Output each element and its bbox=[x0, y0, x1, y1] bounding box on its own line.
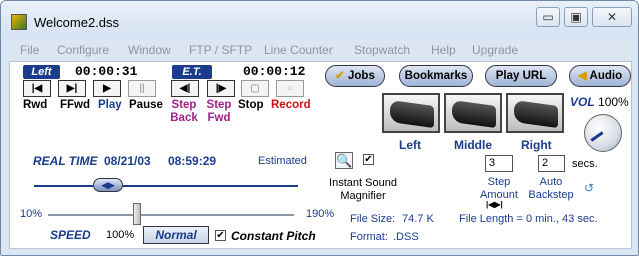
estimated-label: Estimated bbox=[258, 155, 307, 167]
magnifier-label: Instant Sound Magnifier bbox=[329, 177, 397, 202]
rwd-label: Rwd bbox=[23, 99, 48, 111]
file-size-value: 74.7 K bbox=[402, 213, 434, 225]
fast-forward-button[interactable]: ▶| bbox=[58, 80, 86, 97]
stop-button[interactable]: ▢ bbox=[241, 80, 269, 97]
pedal-left-label: Left bbox=[399, 138, 421, 152]
pause-label: Pause bbox=[129, 99, 163, 111]
position-track[interactable] bbox=[34, 185, 298, 187]
ffwd-label: FFwd bbox=[60, 99, 91, 111]
menu-ftp[interactable]: FTP / SFTP bbox=[189, 43, 252, 57]
menu-upgrade[interactable]: Upgrade bbox=[472, 43, 518, 57]
menu-bar: File Configure Window FTP / SFTP Line Co… bbox=[1, 43, 638, 59]
speed-track[interactable] bbox=[48, 214, 294, 216]
format-label: Format: bbox=[350, 231, 388, 243]
pedal-left[interactable] bbox=[382, 93, 440, 133]
realtime-label: REAL TIME bbox=[33, 154, 98, 168]
knob-indicator-icon bbox=[590, 131, 604, 142]
speed-label: SPEED bbox=[50, 228, 91, 242]
menu-file[interactable]: File bbox=[20, 43, 39, 57]
left-time-label: Left bbox=[23, 65, 60, 79]
volume-label: VOL bbox=[570, 95, 595, 109]
pedal-right[interactable] bbox=[506, 93, 564, 133]
step-arrows-icon: |◀▶| bbox=[486, 200, 503, 209]
app-window: Welcome2.dss ▭ ▣ ✕ File Configure Window… bbox=[0, 0, 639, 256]
left-time-value: 00:00:31 bbox=[75, 64, 138, 79]
constant-pitch-label: Constant Pitch bbox=[231, 229, 316, 243]
audio-button[interactable]: ◀ Audio bbox=[569, 65, 631, 87]
speed-min-label: 10% bbox=[20, 208, 43, 220]
realtime-time: 08:59:29 bbox=[168, 154, 217, 168]
foot-pedal-icon bbox=[390, 99, 434, 129]
magnifier-checkbox[interactable]: ✔ bbox=[363, 154, 374, 165]
jobs-button[interactable]: ✔ Jobs bbox=[325, 65, 385, 87]
speed-max-label: 190% bbox=[306, 208, 335, 220]
bookmarks-button[interactable]: Bookmarks bbox=[399, 65, 473, 87]
record-button[interactable]: ○ bbox=[276, 80, 304, 97]
rewind-button[interactable]: |◀ bbox=[23, 80, 51, 97]
pedal-middle-label: Middle bbox=[454, 138, 492, 152]
play-button[interactable]: ▶ bbox=[93, 80, 121, 97]
app-icon bbox=[11, 14, 27, 30]
step-back-button[interactable]: ◀| bbox=[171, 80, 199, 97]
step-fwd-label: Step Fwd bbox=[206, 99, 232, 124]
speed-thumb[interactable] bbox=[132, 203, 141, 225]
menu-help[interactable]: Help bbox=[431, 43, 456, 57]
file-length: File Length = 0 min., 43 sec. bbox=[459, 213, 598, 225]
volume-readout: VOL 100% bbox=[570, 95, 629, 109]
volume-knob[interactable] bbox=[584, 114, 622, 152]
maximize-button[interactable]: ▣ bbox=[564, 7, 588, 27]
step-amount-input[interactable]: 3 bbox=[485, 155, 513, 172]
pause-button[interactable]: || bbox=[128, 80, 156, 97]
file-size-label: File Size: bbox=[350, 213, 396, 225]
stop-label: Stop bbox=[238, 99, 264, 111]
title-bar: Welcome2.dss ▭ ▣ ✕ bbox=[1, 1, 638, 39]
volume-value: 100% bbox=[598, 95, 629, 109]
foot-pedal-icon bbox=[514, 99, 558, 129]
minimize-button[interactable]: ▭ bbox=[536, 7, 560, 27]
secs-label: secs. bbox=[572, 158, 598, 170]
auto-backstep-label: Auto Backstep bbox=[528, 176, 574, 201]
menu-window[interactable]: Window bbox=[128, 43, 171, 57]
auto-backstep-input[interactable]: 2 bbox=[538, 155, 565, 172]
normal-speed-button[interactable]: Normal bbox=[143, 226, 209, 244]
menu-stopwatch[interactable]: Stopwatch bbox=[354, 43, 410, 57]
menu-configure[interactable]: Configure bbox=[57, 43, 109, 57]
play-url-button[interactable]: Play URL bbox=[485, 65, 557, 87]
step-forward-button[interactable]: |▶ bbox=[207, 80, 235, 97]
check-icon: ✔ bbox=[335, 70, 345, 82]
constant-pitch-checkbox[interactable]: ✔ bbox=[215, 230, 226, 241]
record-label: Record bbox=[271, 99, 311, 111]
foot-pedal-icon bbox=[452, 99, 496, 129]
replay-icon[interactable]: ↺ bbox=[584, 181, 594, 195]
close-button[interactable]: ✕ bbox=[592, 7, 632, 27]
play-label: Play bbox=[98, 99, 122, 111]
jobs-label: Jobs bbox=[348, 70, 375, 82]
magnifier-icon[interactable]: 🔍 bbox=[335, 152, 353, 169]
speaker-icon: ◀ bbox=[577, 70, 587, 82]
menu-line-counter[interactable]: Line Counter bbox=[264, 43, 333, 57]
pedal-right-label: Right bbox=[521, 138, 552, 152]
audio-label: Audio bbox=[589, 70, 623, 82]
window-title: Welcome2.dss bbox=[34, 15, 120, 30]
step-back-label: Step Back bbox=[170, 99, 198, 124]
step-amount-label: Step Amount bbox=[480, 176, 518, 201]
pedal-middle[interactable] bbox=[444, 93, 502, 133]
format-value: .DSS bbox=[393, 231, 419, 243]
speed-value: 100% bbox=[106, 229, 135, 241]
position-thumb[interactable]: ◀▶ bbox=[93, 178, 123, 192]
et-label: E.T. bbox=[172, 65, 212, 79]
et-value: 00:00:12 bbox=[243, 64, 306, 79]
realtime-date: 08/21/03 bbox=[104, 154, 151, 168]
